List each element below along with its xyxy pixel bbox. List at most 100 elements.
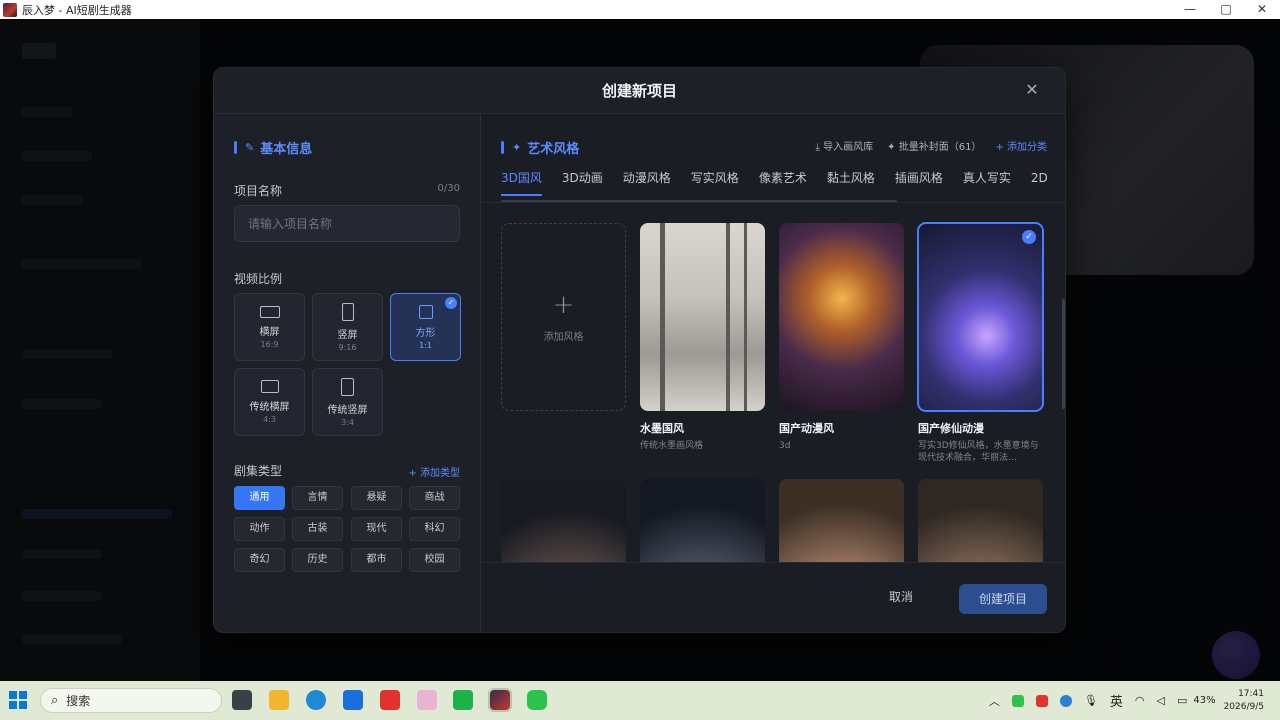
add-category-button[interactable]: + 添加分类 [995, 138, 1047, 153]
snipping-tool-icon[interactable] [417, 690, 437, 710]
genre-tag[interactable]: 科幻 [409, 517, 460, 541]
basic-info-panel: ✎ 基本信息 项目名称 0/30 视频比例 横屏 16:9 竖屏 9:16 ✓ … [214, 114, 481, 632]
taskbar-search[interactable]: ⌕ 搜索 [40, 688, 222, 713]
tab-2d[interactable]: 2D 动 [1031, 169, 1047, 196]
clock-time: 17:41 [1238, 688, 1264, 699]
style-card[interactable] [501, 479, 626, 562]
art-style-actions: ⤓ 导入画风库 ✦ 批量补封面（61） + 添加分类 [816, 138, 1047, 153]
cloud-sync-icon[interactable] [1059, 694, 1072, 707]
ratio-name: 竖屏 [337, 329, 358, 341]
project-name-counter: 0/30 [437, 183, 460, 194]
system-tray: ︿ 🎙 英 ◠ ◁ ▭ 43% 17:41 2026/9/5 [983, 681, 1280, 720]
microphone-icon[interactable]: 🎙 [1084, 694, 1098, 707]
app-icon-blue[interactable] [343, 690, 363, 710]
window-controls: — □ ✕ [1172, 0, 1280, 19]
genre-tag[interactable]: 动作 [234, 517, 285, 541]
add-style-button[interactable]: + 添加风格 [501, 223, 626, 411]
sparkle-icon: ✦ [887, 142, 899, 153]
wechat-tray-icon[interactable] [1011, 694, 1024, 707]
genre-tag[interactable]: 古装 [292, 517, 343, 541]
close-window-button[interactable]: ✕ [1244, 0, 1280, 19]
cancel-button[interactable]: 取消 [889, 588, 913, 605]
add-genre-button[interactable]: + 添加类型 [408, 464, 460, 479]
ratio-value: 1:1 [419, 340, 432, 350]
bamboo-stalk [726, 223, 730, 411]
genre-tag[interactable]: 通用 [234, 486, 285, 510]
basic-info-title: 基本信息 [260, 142, 313, 157]
sparkle-icon: ✦ [512, 141, 522, 154]
start-menu-icon[interactable] [9, 691, 27, 709]
square-icon [418, 304, 433, 319]
taskbar-search-placeholder: 搜索 [66, 694, 91, 708]
ai-drama-app-icon[interactable] [488, 688, 512, 712]
style-card-guoman[interactable]: 国产动漫风 3d [779, 223, 904, 464]
taskbar-clock[interactable]: 17:41 2026/9/5 [1224, 688, 1264, 714]
art-style-panel: ✦ 艺术风格 ⤓ 导入画风库 ✦ 批量补封面（61） + 添加分类 3D国风 3… [481, 114, 1065, 632]
style-card-xianxia[interactable]: ✓ 国产修仙动漫 写实3D修仙风格，水墨意境与现代技术融合，华丽法… [917, 222, 1044, 464]
ratio-option-square[interactable]: ✓ 方形 1:1 [390, 293, 461, 361]
edge-browser-icon[interactable] [306, 690, 326, 710]
task-view-icon[interactable] [232, 690, 252, 710]
genre-tag[interactable]: 现代 [351, 517, 402, 541]
modal-title: 创建新项目 [601, 82, 677, 100]
project-name-input[interactable] [234, 205, 460, 242]
style-name: 国产修仙动漫 [918, 422, 984, 435]
ratio-option-landscape[interactable]: 横屏 16:9 [234, 293, 305, 361]
style-card-ink[interactable]: 水墨国风 传统水墨画风格 [640, 223, 765, 464]
wifi-icon[interactable]: ◠ [1135, 694, 1145, 707]
bamboo-stalk [744, 223, 747, 411]
genre-tag[interactable]: 商战 [409, 486, 460, 510]
tab-illustration[interactable]: 插画风格 [895, 169, 943, 196]
ime-indicator[interactable]: 英 [1110, 691, 1123, 710]
style-thumbnail [779, 479, 904, 562]
ratio-option-classic-portrait[interactable]: 传统竖屏 3:4 [312, 368, 383, 436]
style-grid-scrollbar[interactable] [1062, 299, 1065, 409]
battery-icon[interactable]: ▭ [1177, 694, 1187, 707]
chat-app-icon[interactable] [453, 690, 473, 710]
tab-anime[interactable]: 动漫风格 [623, 169, 671, 196]
tab-pixel-art[interactable]: 像素艺术 [759, 169, 807, 196]
genre-tag[interactable]: 都市 [351, 548, 402, 572]
file-explorer-icon[interactable] [269, 690, 289, 710]
download-icon: ⤓ [815, 142, 824, 153]
genre-tag[interactable]: 奇幻 [234, 548, 285, 572]
wps-icon[interactable] [380, 690, 400, 710]
style-description: 传统水墨画风格 [640, 441, 704, 451]
genre-tag[interactable]: 校园 [409, 548, 460, 572]
maximize-button[interactable]: □ [1208, 0, 1244, 19]
windows-taskbar: ⌕ 搜索 ︿ 🎙 英 ◠ ◁ ▭ 43% 17:41 2026/9/5 [0, 681, 1280, 720]
style-card[interactable] [918, 479, 1043, 562]
video-ratio-label: 视频比例 [234, 272, 283, 286]
style-description: 写实3D修仙风格，水墨意境与现代技术融合，华丽法… [918, 441, 1039, 463]
art-style-title: 艺术风格 [527, 142, 580, 157]
wps-tray-icon[interactable] [1035, 694, 1048, 707]
batch-cover-button[interactable]: ✦ 批量补封面（61） [887, 138, 981, 153]
window-title: 辰入梦 - AI短剧生成器 [22, 3, 132, 17]
tab-3d-animation[interactable]: 3D动画 [562, 169, 603, 196]
tab-live-action[interactable]: 真人写实 [963, 169, 1011, 196]
portrait-icon [341, 302, 354, 321]
volume-icon[interactable]: ◁ [1156, 694, 1164, 707]
minimize-button[interactable]: — [1172, 0, 1208, 19]
chevron-up-icon[interactable]: ︿ [989, 693, 1000, 709]
genre-tag[interactable]: 言情 [292, 486, 343, 510]
style-card[interactable] [640, 479, 765, 562]
import-style-library-button[interactable]: ⤓ 导入画风库 [816, 138, 874, 153]
battery-percent: 43% [1193, 695, 1216, 706]
edit-icon: ✎ [245, 141, 255, 154]
genre-tag[interactable]: 历史 [292, 548, 343, 572]
genre-tag[interactable]: 悬疑 [351, 486, 402, 510]
accent-bar [501, 141, 504, 154]
ratio-option-classic-landscape[interactable]: 传统横屏 4:3 [234, 368, 305, 436]
style-card[interactable] [779, 479, 904, 562]
tab-clay[interactable]: 黏土风格 [827, 169, 875, 196]
style-name: 水墨国风 [640, 422, 684, 435]
create-project-button[interactable]: 创建项目 [959, 584, 1047, 614]
wechat-icon[interactable] [527, 690, 547, 710]
classic-landscape-icon [260, 380, 279, 393]
check-icon: ✓ [445, 297, 457, 309]
tab-3d-guofeng[interactable]: 3D国风 [501, 169, 542, 196]
close-modal-button[interactable]: ✕ [1023, 81, 1041, 99]
tab-realistic[interactable]: 写实风格 [691, 169, 739, 196]
ratio-option-portrait[interactable]: 竖屏 9:16 [312, 293, 383, 361]
